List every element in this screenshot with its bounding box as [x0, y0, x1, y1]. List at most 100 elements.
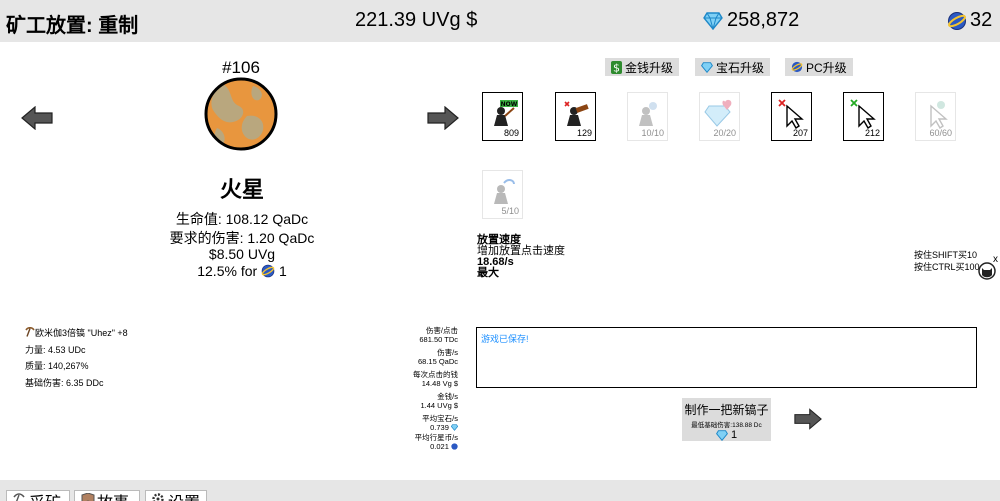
upgrade-count: 10/10: [641, 128, 664, 138]
planet-coin-icon: [948, 11, 966, 30]
message-log: 游戏已保存!: [476, 327, 977, 388]
damage-per-second: 68.15 QaDc: [417, 357, 458, 366]
pickaxe-strength: 力量: 4.53 UDc: [25, 345, 86, 355]
gem-icon: [715, 429, 728, 441]
tab-mining-label: 采矿: [29, 491, 61, 501]
upgrade-description: 放置速度 增加放置点击速度 18.68/s 最大: [477, 235, 565, 279]
gems-per-second: 0.739: [430, 423, 449, 432]
cursor-ghost-icon: [930, 101, 948, 129]
upgrade-count: 5/10: [501, 206, 519, 216]
log-message: 游戏已保存!: [481, 334, 529, 344]
auto-miner-now-icon: NOW: [494, 100, 518, 126]
money-per-click: 14.48 Vg $: [421, 379, 458, 388]
gems-per-second-label: 平均宝石/s: [422, 414, 458, 423]
tab-settings-label: 设置: [168, 491, 200, 501]
craft-min-base: 最低基础伤害:138.88 Dc: [691, 422, 762, 429]
svg-text:NOW: NOW: [501, 101, 518, 108]
github-cat-icon[interactable]: [978, 262, 996, 280]
pickaxe-icon: [13, 493, 25, 501]
planet-coin-chance: 12.5% for 1: [120, 263, 364, 279]
craft-next-arrow-icon[interactable]: [794, 408, 822, 430]
hint-ctrl: 按住CTRL买100: [914, 262, 980, 272]
svg-text:$: $: [613, 61, 620, 74]
damage-per-click-label: 伤害/点击: [425, 326, 458, 335]
upgrade-gem-heart[interactable]: 20/20: [699, 92, 740, 141]
gems-per-second-row: 0.739: [400, 423, 459, 432]
gear-icon: [152, 493, 164, 501]
upgrade-miner-blue[interactable]: 5/10: [482, 170, 523, 219]
upgrade-auto-miner-now[interactable]: NOW 809: [482, 92, 523, 141]
gem-icon: [450, 424, 459, 431]
craft-pickaxe-button[interactable]: 制作一把新镐子 最低基础伤害:138.88 Dc 1: [682, 398, 771, 441]
craft-cost-amount: 1: [730, 429, 738, 441]
upgrade-cursor-ghost[interactable]: 60/60: [915, 92, 956, 141]
planet-coin-count: 32: [970, 9, 993, 31]
pc-per-second-row: 0.021: [400, 442, 458, 451]
tab-pc-label: PC升级: [806, 60, 847, 75]
tab-story-label: 故事: [97, 491, 129, 501]
tab-story[interactable]: 故事: [74, 490, 140, 501]
miner-ghost-icon: [639, 102, 657, 126]
planet-name: 火星: [219, 177, 264, 202]
gem-counter: 258,872: [703, 9, 799, 32]
planet-coin-icon: [451, 443, 458, 450]
planet-reward-money: $8.50 UVg: [208, 246, 276, 262]
upgrade-count: 809: [503, 128, 519, 138]
money-per-second-label: 金钱/s: [437, 392, 458, 401]
upgrade-count: 129: [576, 128, 592, 138]
pickaxe-icon: [25, 326, 35, 337]
gem-icon: [701, 61, 713, 73]
dollar-icon: $: [611, 60, 622, 74]
miner-blue-icon: [494, 179, 515, 204]
gem-count: 258,872: [727, 9, 800, 31]
upgrade-count: 20/20: [713, 128, 736, 138]
coin-chance-text: 12.5% for: [197, 263, 258, 279]
money-counter: 221.39 UVg $: [355, 9, 478, 31]
planet-coin-icon: [261, 264, 275, 278]
pc-per-second-label: 平均行星币/s: [414, 433, 458, 442]
auto-miner-hammer-icon: [564, 101, 589, 126]
upgrade-auto-miner-hammer[interactable]: 129: [555, 92, 596, 141]
pickaxe-base-damage: 基础伤害: 6.35 DDc: [25, 378, 104, 388]
pickaxe-name-row: 欧米伽3倍镐 "Uhez" +8: [25, 326, 128, 339]
tab-settings[interactable]: 设置: [145, 490, 207, 501]
tab-money-upgrades[interactable]: $ 金钱升级: [605, 58, 680, 76]
top-bar: 矿工放置: 重制 221.39 UVg $ 258,872 32: [0, 0, 1000, 42]
pickaxe-name: 欧米伽3倍镐 "Uhez" +8: [35, 328, 128, 338]
upgrade-desc-status: 最大: [477, 267, 499, 279]
damage-per-second-label: 伤害/s: [437, 348, 458, 357]
tab-money-label: 金钱升级: [625, 60, 674, 75]
cursor-green-icon: [850, 99, 876, 129]
cursor-red-icon: [778, 99, 804, 129]
planet-health: 生命值: 108.12 QaDc: [175, 211, 309, 227]
tab-pc-upgrades[interactable]: PC升级: [785, 58, 853, 76]
money-per-click-label: 每次点击的钱: [413, 370, 458, 379]
planet-mars-icon[interactable]: [203, 76, 279, 152]
upgrade-cursor-green[interactable]: 212: [843, 92, 884, 141]
prev-planet-arrow-icon[interactable]: [21, 106, 53, 130]
pc-per-second: 0.021: [430, 442, 449, 451]
money-per-second: 1.44 UVg $: [420, 401, 458, 410]
upgrade-cursor-red[interactable]: 207: [771, 92, 812, 141]
gem-heart-icon: [704, 99, 732, 127]
next-planet-arrow-icon[interactable]: [427, 106, 459, 130]
upgrade-count: 60/60: [929, 128, 952, 138]
planet-required-damage: 要求的伤害: 1.20 QaDc: [169, 230, 315, 246]
book-icon: [81, 493, 95, 501]
tab-gem-upgrades[interactable]: 宝石升级: [695, 58, 771, 76]
craft-title: 制作一把新镐子: [684, 403, 769, 417]
planet-coin-counter: 32: [947, 9, 992, 32]
pickaxe-quality: 质量: 140,267%: [25, 361, 89, 371]
upgrade-count: 207: [792, 128, 808, 138]
game-title: 矿工放置: 重制: [6, 15, 139, 37]
damage-per-click: 681.50 TDc: [419, 335, 458, 344]
planet-coin-icon: [791, 61, 803, 73]
tab-gem-label: 宝石升级: [716, 60, 765, 75]
upgrade-miner-ghost[interactable]: 10/10: [627, 92, 668, 141]
planet-number: #106: [222, 58, 260, 77]
coin-chance-amount: 1: [278, 263, 287, 279]
tab-mining[interactable]: 采矿: [6, 490, 70, 501]
craft-cost: 1: [682, 429, 771, 441]
gem-icon: [703, 11, 723, 30]
upgrade-count: 212: [864, 128, 880, 138]
